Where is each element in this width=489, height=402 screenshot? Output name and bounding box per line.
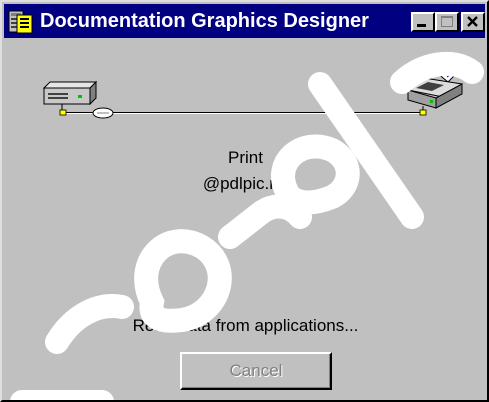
maximize-button[interactable]	[435, 12, 459, 32]
minimize-button[interactable]	[411, 12, 435, 32]
title-bar[interactable]: Documentation Graphics Designer	[4, 4, 485, 38]
action-label: Print	[228, 148, 263, 167]
printer-icon	[406, 61, 464, 110]
minimize-icon	[417, 24, 426, 27]
dialog-content: Print @pdlpic.rpl Read data from applica…	[4, 40, 487, 400]
file-name-label: @pdlpic.rpl	[202, 174, 289, 193]
status-message: Read data from applications...	[132, 316, 359, 335]
destination-plug	[419, 109, 427, 116]
window-title: Documentation Graphics Designer	[40, 10, 369, 32]
transfer-graphic	[42, 61, 464, 119]
close-button[interactable]	[461, 12, 485, 32]
computer-icon	[42, 80, 98, 110]
maximize-icon	[441, 16, 453, 27]
source-plug	[59, 109, 67, 116]
app-icon	[8, 9, 34, 40]
dialog-window: Documentation Graphics Designer Print @p…	[0, 0, 489, 402]
cancel-button[interactable]: Cancel	[180, 352, 332, 390]
data-packet-icon	[92, 107, 114, 119]
close-icon	[467, 16, 478, 27]
